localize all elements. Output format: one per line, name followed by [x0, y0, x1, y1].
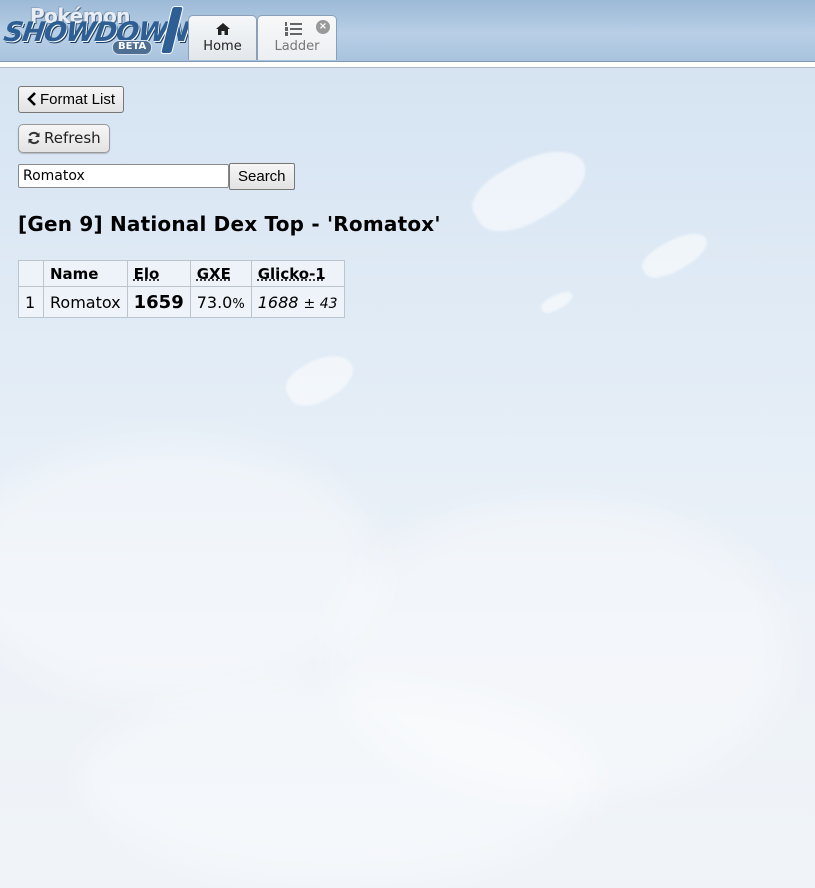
tab-ladder[interactable]: Ladder × [257, 15, 337, 60]
header-divider [0, 62, 815, 68]
row-name[interactable]: Romatox [43, 286, 128, 318]
col-glicko-header[interactable]: Glicko-1 [250, 260, 345, 287]
format-list-label: Format List [40, 90, 116, 108]
list-ol-icon [285, 22, 302, 36]
refresh-button[interactable]: Refresh [18, 124, 110, 153]
table-header-row: Name Elo GXE Glicko-1 [18, 260, 345, 287]
row-elo: 1659 [126, 286, 191, 318]
row-glicko: 1688 ± 43 [250, 286, 345, 318]
table-row: 1 Romatox 1659 73.0% 1688 ± 43 [18, 286, 345, 318]
refresh-icon [28, 131, 40, 145]
row-gxe: 73.0% [189, 286, 252, 318]
search-input[interactable] [18, 164, 229, 188]
format-list-button[interactable]: Format List [18, 86, 125, 113]
col-gxe-header[interactable]: GXE [189, 260, 252, 287]
ladder-table: Name Elo GXE Glicko-1 1 Romatox 1659 73.… [18, 260, 345, 318]
chevron-left-icon [27, 91, 36, 106]
showdown-logo[interactable]: Pokémon SHOWDOWN BETA [2, 2, 191, 58]
col-name-header: Name [43, 260, 128, 287]
logo-beta-badge: BETA [112, 40, 153, 55]
top-header: Pokémon SHOWDOWN BETA Home Ladder × [0, 0, 815, 62]
tab-ladder-label: Ladder [274, 39, 320, 54]
tab-home[interactable]: Home [188, 15, 257, 60]
home-icon [215, 23, 230, 35]
tab-home-label: Home [203, 39, 242, 54]
refresh-label: Refresh [44, 129, 101, 147]
close-icon[interactable]: × [316, 20, 330, 34]
ladder-title: [Gen 9] National Dex Top - 'Romatox' [18, 212, 441, 236]
col-elo-header[interactable]: Elo [126, 260, 191, 287]
col-rank-header [18, 260, 44, 287]
search-button[interactable]: Search [229, 163, 295, 190]
row-rank: 1 [18, 286, 44, 318]
